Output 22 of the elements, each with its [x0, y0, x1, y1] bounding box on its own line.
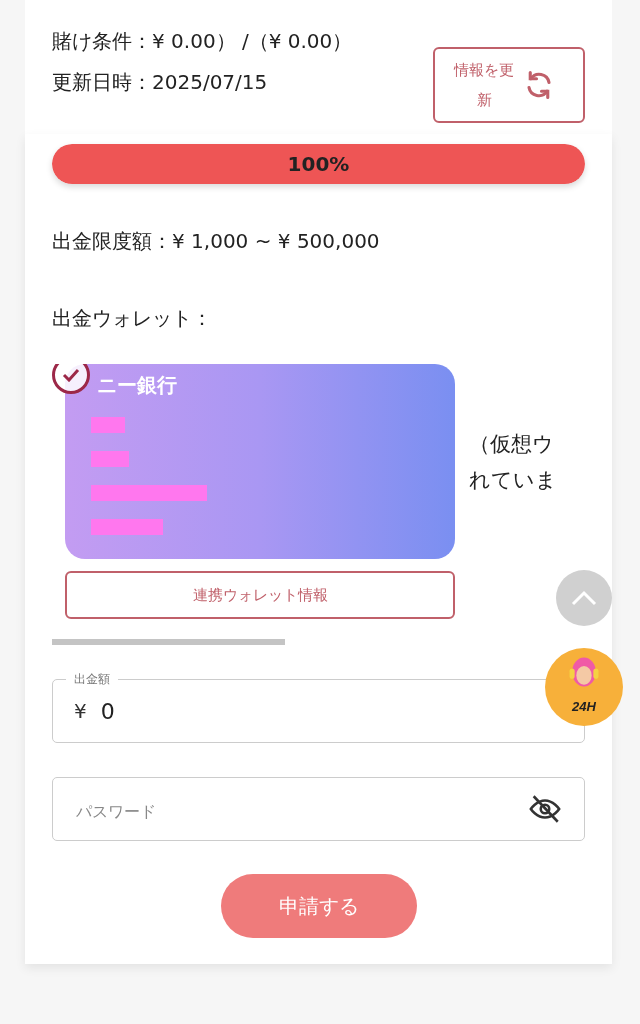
- amount-input[interactable]: 0: [98, 697, 403, 725]
- submit-button[interactable]: 申請する: [220, 874, 417, 938]
- wager-text: 賭け条件：¥ 0.00） /（¥ 0.00）: [52, 28, 354, 55]
- currency-symbol: ¥: [74, 699, 87, 723]
- wallet-info-button[interactable]: 連携ウォレット情報: [65, 571, 455, 619]
- wallet-message: （仮想ウ: [469, 430, 555, 458]
- bank-card[interactable]: ニー銀行: [65, 364, 455, 559]
- limit-text: 出金限度額：¥ 1,000 ~ ¥ 500,000: [52, 228, 381, 255]
- redaction-bar: [91, 417, 125, 433]
- redaction-bar: [91, 519, 163, 535]
- password-field[interactable]: パスワード: [52, 767, 585, 841]
- updated-text: 更新日時：2025/07/15: [52, 69, 268, 96]
- progress-label: 100%: [286, 151, 351, 178]
- password-input[interactable]: パスワード: [74, 795, 515, 823]
- bank-name: ニー銀行: [97, 372, 177, 399]
- support-label: 24H: [571, 699, 597, 714]
- refresh-button[interactable]: 情報を更新: [433, 47, 585, 123]
- redaction-bar: [91, 451, 129, 467]
- wallet-message: れていま: [469, 466, 558, 494]
- chevron-up-icon: [571, 590, 597, 606]
- amount-label: 出金額: [66, 671, 118, 688]
- wallet-heading: 出金ウォレット：: [52, 305, 213, 332]
